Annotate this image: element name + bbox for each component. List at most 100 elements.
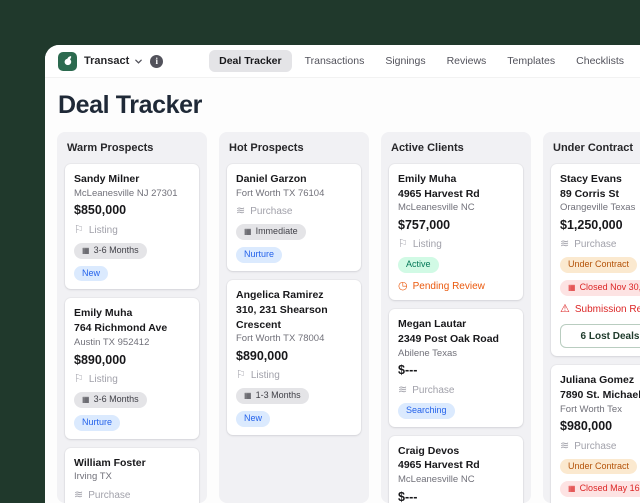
top-navigation-bar: Transact i Deal Tracker Transactions Signi…	[45, 45, 640, 78]
page-content: Deal Tracker Warm Prospects Sandy Milner M…	[45, 78, 640, 503]
flag-icon: ⚐	[398, 238, 408, 251]
deal-card-craig-devos[interactable]: Craig Devos 4965 Harvest Rd McLeanesville …	[389, 435, 523, 503]
tab-deal-tracker[interactable]: Deal Tracker	[209, 50, 292, 72]
property-address: 4965 Harvest Rd	[398, 187, 480, 200]
deal-card-emily-muha[interactable]: Emily Muha 4965 Harvest Rd McLeanesville N…	[389, 164, 523, 301]
property-location: Irving TX	[74, 471, 112, 483]
deal-card-emily-muha[interactable]: Emily Muha 764 Richmond Ave Austin TX 9524…	[65, 298, 199, 439]
flag-icon: ⚐	[74, 223, 84, 236]
property-location: McLeanesville NC	[398, 202, 475, 214]
deal-board: Warm Prospects Sandy Milner McLeanesville …	[57, 132, 640, 503]
deal-type-label: Listing	[250, 370, 280, 382]
purchase-icon: ≋	[560, 439, 570, 452]
calendar-icon: ▦	[568, 283, 576, 293]
status-badge-searching: Searching	[398, 402, 455, 419]
purchase-icon: ≋	[398, 383, 408, 396]
brand-logo-icon[interactable]	[58, 51, 77, 71]
tab-reviews[interactable]: Reviews	[439, 50, 495, 72]
property-address: 7890 St. Michaels	[560, 388, 640, 401]
deal-type-label: Listing	[88, 373, 118, 385]
column-title: Active Clients	[391, 142, 464, 154]
status-badge-under-contract: Under Contract	[560, 257, 638, 274]
deal-price: $---	[398, 489, 418, 503]
flag-icon: ⚐	[74, 372, 84, 385]
column-title: Hot Prospects	[229, 142, 304, 154]
page-title: Deal Tracker	[58, 91, 202, 119]
deal-card-angelica-ramirez[interactable]: Angelica Ramirez 310, 231 Shearson Cresce…	[227, 280, 361, 436]
calendar-icon: ▦	[82, 394, 90, 404]
deal-price: $890,000	[74, 352, 127, 367]
deal-card-william-foster[interactable]: William FosterIrving TX≋Purchase▦6+ Mont…	[65, 447, 199, 503]
deal-card-stacy-evans[interactable]: Stacy Evans 89 Corris St Orangeville Texas…	[551, 164, 640, 357]
timeline-badge: ▦ 1-3 Months	[236, 388, 309, 405]
purchase-icon: ≋	[74, 489, 84, 502]
calendar-icon: ▦	[244, 391, 252, 401]
property-address: 4965 Harvest Rd	[398, 459, 480, 472]
warning-icon: ⚠	[560, 303, 570, 316]
deal-card-daniel-garzon[interactable]: Daniel Garzon Fort Worth TX 76104 ≋ Purchas…	[227, 164, 361, 272]
client-name: Daniel Garzon	[236, 173, 307, 185]
deal-price: $757,000	[398, 218, 451, 233]
purchase-icon: ≋	[560, 238, 570, 251]
calendar-icon: ▦	[82, 245, 90, 255]
client-name: Angelica Ramirez	[236, 289, 324, 302]
property-location: Abilene Texas	[398, 347, 457, 359]
flag-icon: ⚐	[236, 369, 246, 382]
timeline-badge: ▦ Immediate	[236, 224, 306, 241]
column-active-clients: Active Clients Emily Muha 4965 Harvest Rd M…	[381, 132, 531, 503]
status-badge-nurture: Nurture	[74, 414, 121, 431]
lost-deals-button[interactable]: 6 Lost Deals	[560, 324, 640, 349]
deal-price: $850,000	[74, 203, 127, 218]
info-icon[interactable]: i	[150, 54, 164, 68]
column-hot-prospects: Hot Prospects Daniel Garzon Fort Worth TX …	[219, 132, 369, 503]
alert-pending-review: ◷ Pending Review	[398, 280, 485, 293]
property-location: McLeanesville NJ 27301	[74, 187, 178, 199]
timeline-badge: ▦ 3-6 Months	[74, 391, 147, 408]
deal-type-label: Listing	[412, 239, 442, 251]
chevron-down-icon[interactable]	[134, 57, 143, 66]
deal-type-label: Purchase	[574, 239, 617, 251]
deal-price: $1,250,000	[560, 218, 623, 233]
nav-tabs: Deal Tracker Transactions Signings Reviews T…	[209, 50, 632, 72]
property-address: 89 Corris St	[560, 187, 619, 200]
property-address: 2349 Post Oak Road	[398, 332, 499, 345]
status-badge-new: New	[236, 411, 271, 428]
client-name: Megan Lautar	[398, 318, 467, 331]
tab-transactions[interactable]: Transactions	[297, 50, 373, 72]
deal-card-juliana-gomez[interactable]: Juliana Gomez 7890 St. Michaels Fort Worth…	[551, 365, 640, 503]
deal-price: $890,000	[236, 349, 289, 364]
purchase-icon: ≋	[236, 205, 246, 218]
status-badge-under-contract: Under Contract	[560, 458, 638, 475]
client-name: William Foster	[74, 456, 146, 469]
closed-date-badge: ▦Closed Nov 30, 2024	[560, 280, 640, 297]
property-location: McLeanesville NC	[398, 473, 475, 485]
client-name: Emily Muha	[398, 173, 457, 185]
tab-signings[interactable]: Signings	[377, 50, 433, 72]
timeline-badge: ▦ 3-6 Months	[74, 242, 147, 259]
client-name: Emily Muha	[74, 307, 133, 320]
deal-type-label: Listing	[88, 224, 118, 236]
property-address: 764 Richmond Ave	[74, 322, 168, 335]
property-location: Austin TX 952412	[74, 336, 150, 348]
deal-price: $980,000	[560, 419, 613, 434]
client-name: Craig Devos	[398, 444, 460, 457]
closed-date-badge: ▦Closed May 16, 2025	[560, 481, 640, 498]
status-badge-nurture: Nurture	[236, 247, 283, 264]
tab-checklists[interactable]: Checklists	[568, 50, 632, 72]
client-name: Juliana Gomez	[560, 374, 635, 387]
clock-icon: ◷	[398, 280, 408, 293]
column-warm-prospects: Warm Prospects Sandy Milner McLeanesville …	[57, 132, 207, 503]
deal-price: $---	[398, 363, 418, 378]
app-window: Transact i Deal Tracker Transactions Signi…	[45, 45, 640, 503]
client-name: Stacy Evans	[560, 173, 622, 185]
calendar-icon: ▦	[244, 227, 252, 237]
deal-type: ≋ Purchase	[236, 205, 352, 218]
column-under-contract: Under Contract Stacy Evans 89 Corris St Ora…	[543, 132, 640, 503]
tab-templates[interactable]: Templates	[499, 50, 563, 72]
deal-type: ≋ Purchase	[560, 238, 640, 251]
deal-card-sandy-milner[interactable]: Sandy Milner McLeanesville NJ 27301 $850,0…	[65, 164, 199, 290]
deal-type-label: Purchase	[412, 384, 455, 396]
property-location: Fort Worth TX 76104	[236, 187, 325, 199]
deal-type-label: Purchase	[574, 440, 617, 452]
deal-card-megan-lautar[interactable]: Megan Lautar 2349 Post Oak Road Abilene Te…	[389, 309, 523, 427]
